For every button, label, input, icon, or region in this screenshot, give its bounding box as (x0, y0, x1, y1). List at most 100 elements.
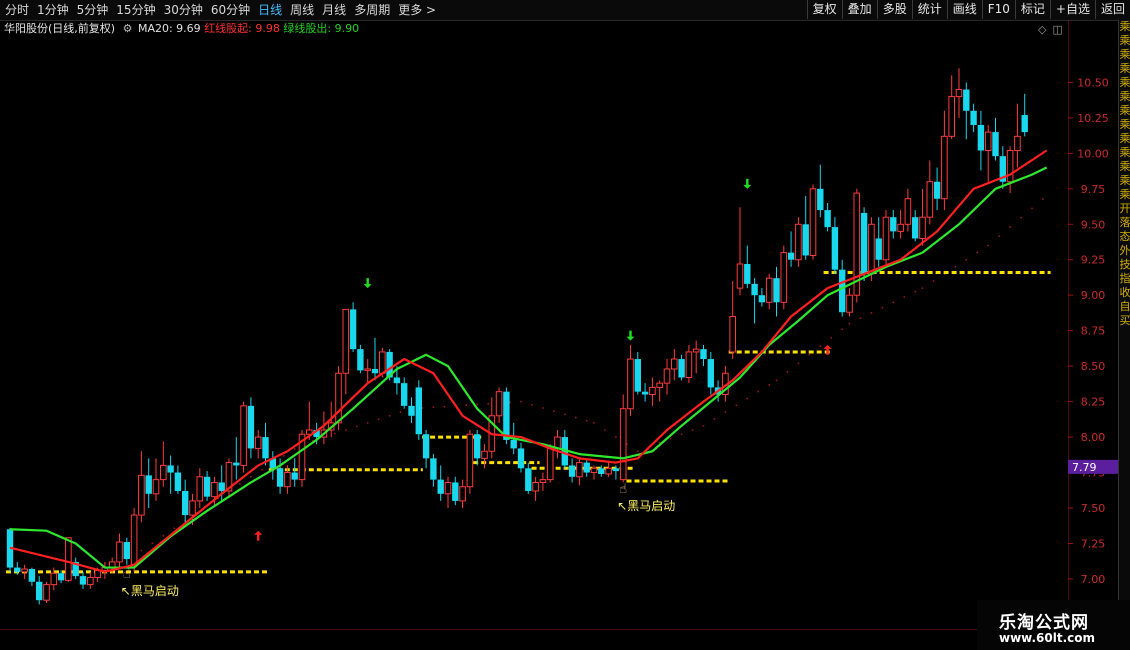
tab-6[interactable]: 日线 (257, 2, 283, 18)
side-tab-13[interactable]: 开 (1119, 202, 1130, 216)
trend-dot (830, 336, 833, 339)
trend-dot (333, 432, 336, 435)
side-tab-4[interactable]: 乘 (1119, 76, 1130, 90)
side-tab-12[interactable]: 乘 (1119, 188, 1130, 202)
candle-down (707, 359, 714, 388)
candle-up (780, 252, 788, 303)
tab-8[interactable]: 月线 (321, 2, 347, 18)
toolbar-button-0[interactable]: 复权 (806, 0, 842, 19)
toolbar-button-2[interactable]: 多股 (876, 0, 912, 19)
side-tab-14[interactable]: 落 (1119, 216, 1130, 230)
toolbar-button-1[interactable]: 叠加 (841, 0, 877, 19)
trend-dot (987, 244, 990, 247)
trend-dot (669, 437, 672, 440)
tab-2[interactable]: 5分钟 (76, 2, 110, 18)
toolbar-button-8[interactable]: 返回 (1094, 0, 1130, 19)
candle-down (700, 349, 707, 360)
trend-dot (1009, 226, 1011, 228)
candle-down (371, 368, 379, 374)
trend-dot (615, 436, 617, 438)
side-tab-21[interactable]: 买 (1119, 314, 1130, 328)
candlestick-chart[interactable]: 2025年10111212026/01/06/二23☝↖黑马启动☝↖黑马启动 (0, 20, 1068, 630)
candle-up (116, 541, 123, 563)
trend-dot (808, 353, 811, 356)
y-tick-label: 9.75 (1081, 183, 1106, 196)
candle-up (809, 188, 817, 256)
candle-up (160, 464, 167, 481)
candle-up (444, 481, 452, 495)
side-tab-3[interactable]: 乘 (1119, 62, 1130, 76)
candle-down (817, 188, 824, 211)
candle-down (357, 349, 364, 371)
period-tabs: 分时 1分钟 5分钟 15分钟 30分钟 60分钟 日线 周线 月线 多周期 更多 > (4, 2, 437, 18)
candle-down (57, 573, 65, 581)
toolbar-button-5[interactable]: F10 (981, 0, 1015, 19)
candle-up (466, 433, 474, 488)
side-tab-8[interactable]: 乘 (1119, 132, 1130, 146)
candle-down (963, 89, 970, 111)
candle-up (152, 479, 160, 495)
side-tab-11[interactable]: 乘 (1119, 174, 1130, 188)
candle-up (649, 386, 656, 396)
trend-dot (260, 469, 263, 471)
tab-5[interactable]: 60分钟 (210, 2, 251, 18)
trend-dot (786, 370, 789, 373)
tab-10[interactable]: 更多 > (397, 2, 437, 18)
candle-down (751, 283, 758, 296)
trend-dot (344, 429, 347, 431)
side-tab-7[interactable]: 乘 (1119, 118, 1130, 132)
side-tab-19[interactable]: 收 (1119, 286, 1130, 300)
tab-9[interactable]: 多周期 (353, 2, 391, 18)
side-tab-5[interactable]: 乘 (1119, 90, 1130, 104)
candle-up (590, 467, 598, 474)
candle-up (130, 514, 138, 566)
red-line (9, 149, 1048, 573)
candle-down (415, 387, 422, 435)
side-tab-17[interactable]: 技 (1119, 258, 1130, 272)
candle-down (773, 278, 780, 303)
candle-down (123, 542, 130, 560)
tab-0[interactable]: 分时 (4, 2, 30, 18)
trend-dot (140, 549, 143, 552)
side-tab-9[interactable]: 乘 (1119, 146, 1130, 160)
tab-3[interactable]: 15分钟 (115, 2, 156, 18)
side-tab-16[interactable]: 外 (1119, 244, 1130, 258)
trend-dot (768, 383, 771, 386)
side-tab-2[interactable]: 乘 (1119, 48, 1130, 62)
trend-dot (355, 425, 358, 428)
side-tab-20[interactable]: 自 (1119, 300, 1130, 314)
toolbar-button-7[interactable]: +自选 (1049, 0, 1095, 19)
tab-7[interactable]: 周线 (289, 2, 315, 18)
trend-dot (859, 317, 862, 320)
toolbar-button-3[interactable]: 统计 (911, 0, 947, 19)
side-tab-15[interactable]: 态 (1119, 230, 1130, 244)
trend-dot (1042, 198, 1044, 200)
toolbar-button-6[interactable]: 标记 (1014, 0, 1050, 19)
candle-up (576, 462, 583, 478)
tab-1[interactable]: 1分钟 (36, 2, 70, 18)
candle-down (14, 567, 21, 572)
trend-dot (841, 328, 844, 331)
side-tab-18[interactable]: 指 (1119, 272, 1130, 286)
trend-dot (293, 447, 296, 450)
tab-4[interactable]: 30分钟 (163, 2, 204, 18)
trend-dot (1031, 207, 1033, 210)
side-tab-1[interactable]: 乘 (1119, 34, 1130, 48)
candle-up (364, 368, 371, 371)
side-tab-0[interactable]: 乘 (1119, 20, 1130, 34)
candle-down (349, 309, 357, 350)
side-tab-6[interactable]: 乘 (1119, 104, 1130, 118)
right-side-panel[interactable]: 乘乘乘乘乘乘乘乘乘乘乘乘乘开落态外技指收自买 (1118, 20, 1130, 650)
watermark-url: www.60lt.com (999, 631, 1096, 645)
side-tab-10[interactable]: 乘 (1119, 160, 1130, 174)
y-tick-label: 10.00 (1077, 147, 1109, 160)
trend-dot (399, 411, 402, 414)
toolbar-button-4[interactable]: 画线 (946, 0, 982, 19)
watermark: 乐淘公式网 www.60lt.com (977, 600, 1130, 650)
candle-up (692, 348, 700, 353)
trend-dot (702, 424, 705, 427)
candle-down (758, 295, 766, 303)
candle-up (1006, 150, 1014, 183)
trend-dot (173, 527, 176, 530)
toolbar: 分时 1分钟 5分钟 15分钟 30分钟 60分钟 日线 周线 月线 多周期 更多 > 复权 叠加 多股… (0, 0, 1130, 21)
